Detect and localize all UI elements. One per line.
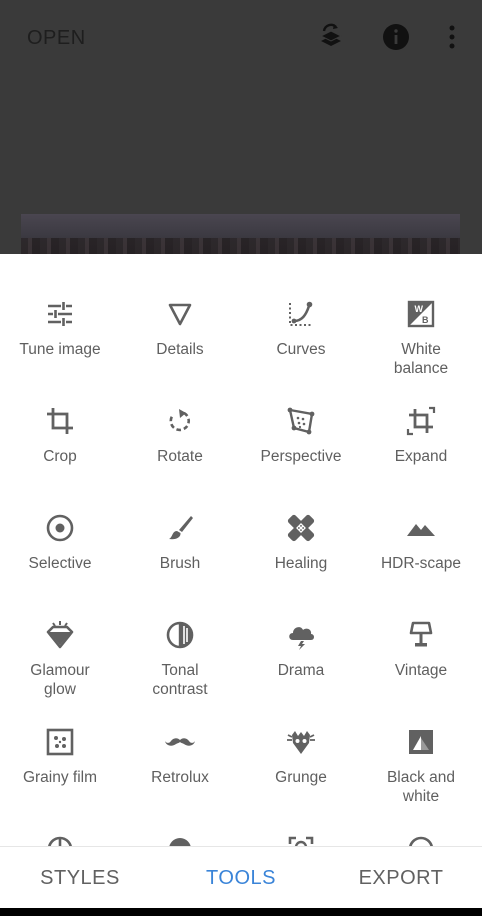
tool-expand[interactable]: Expand <box>361 406 481 466</box>
tool-label: Perspective <box>260 448 342 465</box>
tool-next-row-1[interactable] <box>0 834 120 846</box>
top-bar: OPEN <box>0 0 482 76</box>
triangle-icon <box>168 303 192 326</box>
tool-label: Brush <box>159 555 201 572</box>
tool-details[interactable]: Details <box>120 299 240 359</box>
tool-healing[interactable]: Healing <box>241 513 361 573</box>
tool-hdr-scape[interactable]: HDR-scape <box>361 513 481 573</box>
tool-label: Curves <box>276 341 326 358</box>
tool-black-and-white[interactable]: Black and white <box>361 727 481 806</box>
partial-frame-icon <box>288 836 314 846</box>
tune-icon <box>48 302 72 326</box>
tool-glamour-glow[interactable]: Glamour glow <box>0 620 120 699</box>
tool-brush[interactable]: Brush <box>120 513 240 573</box>
tool-label: Drama <box>277 662 325 679</box>
tool-label: Tune image <box>19 341 101 358</box>
tool-label: Glamour glow <box>30 662 90 698</box>
svg-text:W: W <box>415 304 424 314</box>
tool-selective[interactable]: Selective <box>0 513 120 573</box>
tool-label: White balance <box>393 341 449 377</box>
tool-tune-image[interactable]: Tune image <box>0 299 120 359</box>
healing-icon <box>287 514 315 542</box>
tool-drama[interactable]: Drama <box>241 620 361 680</box>
partial-circle-icon <box>48 836 72 846</box>
tool-tonal-contrast[interactable]: Tonal contrast <box>120 620 240 699</box>
tool-label: Selective <box>28 555 92 572</box>
tool-next-row-2[interactable] <box>120 834 240 846</box>
tool-label: Rotate <box>157 448 203 465</box>
perspective-icon <box>287 407 315 435</box>
crop-icon <box>47 408 73 434</box>
tool-label: Grunge <box>275 769 327 786</box>
open-button[interactable]: OPEN <box>27 27 86 50</box>
tool-curves[interactable]: Curves <box>241 299 361 359</box>
tab-tools[interactable]: TOOLS <box>161 847 321 909</box>
tool-label: Crop <box>43 448 77 465</box>
tool-label: Tonal contrast <box>152 662 208 698</box>
tool-label: Details <box>156 341 204 358</box>
tool-white-balance[interactable]: W B White balance <box>361 299 481 378</box>
partial-ring-icon <box>409 836 433 846</box>
tool-grainy-film[interactable]: Grainy film <box>0 727 120 787</box>
tool-vintage[interactable]: Vintage <box>361 620 481 680</box>
tool-label: Black and white <box>386 769 456 805</box>
tool-label: Retrolux <box>151 769 209 786</box>
diamond-icon <box>46 621 74 649</box>
grunge-icon <box>287 731 315 754</box>
tool-label: Grainy film <box>22 769 98 786</box>
rotate-icon <box>169 409 191 432</box>
more-vert-icon[interactable] <box>440 22 470 52</box>
tonal-icon <box>166 621 194 649</box>
tool-label: Expand <box>394 448 448 465</box>
photo-preview <box>21 214 460 254</box>
lamp-icon <box>409 621 433 647</box>
svg-text:B: B <box>422 315 429 325</box>
mustache-icon <box>165 738 195 746</box>
grain-icon <box>46 728 74 756</box>
tool-label: HDR-scape <box>380 555 462 572</box>
curves-icon <box>289 301 313 326</box>
partial-filled-circle-icon <box>169 838 191 846</box>
tool-perspective[interactable]: Perspective <box>241 406 361 466</box>
tool-label: Vintage <box>394 662 448 679</box>
cloud-bolt-icon <box>289 627 314 650</box>
mountain-icon <box>407 524 435 536</box>
tool-crop[interactable]: Crop <box>0 406 120 466</box>
system-nav-bar <box>0 908 482 916</box>
tool-retrolux[interactable]: Retrolux <box>120 727 240 787</box>
tab-export[interactable]: EXPORT <box>321 847 481 909</box>
stack-undo-icon[interactable] <box>316 22 346 52</box>
brush-icon <box>169 516 193 540</box>
tool-next-row-4[interactable] <box>361 834 481 846</box>
tool-rotate[interactable]: Rotate <box>120 406 240 466</box>
bottom-tab-bar: STYLES TOOLS EXPORT <box>0 846 482 908</box>
tool-label: Healing <box>274 555 328 572</box>
bw-icon <box>409 730 433 754</box>
tool-grunge[interactable]: Grunge <box>241 727 361 787</box>
info-icon[interactable] <box>381 22 411 52</box>
selective-icon <box>46 514 74 542</box>
tab-styles[interactable]: STYLES <box>0 847 160 909</box>
editor-background: OPEN <box>0 0 482 254</box>
white-balance-icon: W B <box>407 300 435 328</box>
expand-icon <box>406 406 436 436</box>
tool-next-row-3[interactable] <box>241 834 361 846</box>
tools-sheet: Tune image Details Curves W B White bala… <box>0 254 482 846</box>
